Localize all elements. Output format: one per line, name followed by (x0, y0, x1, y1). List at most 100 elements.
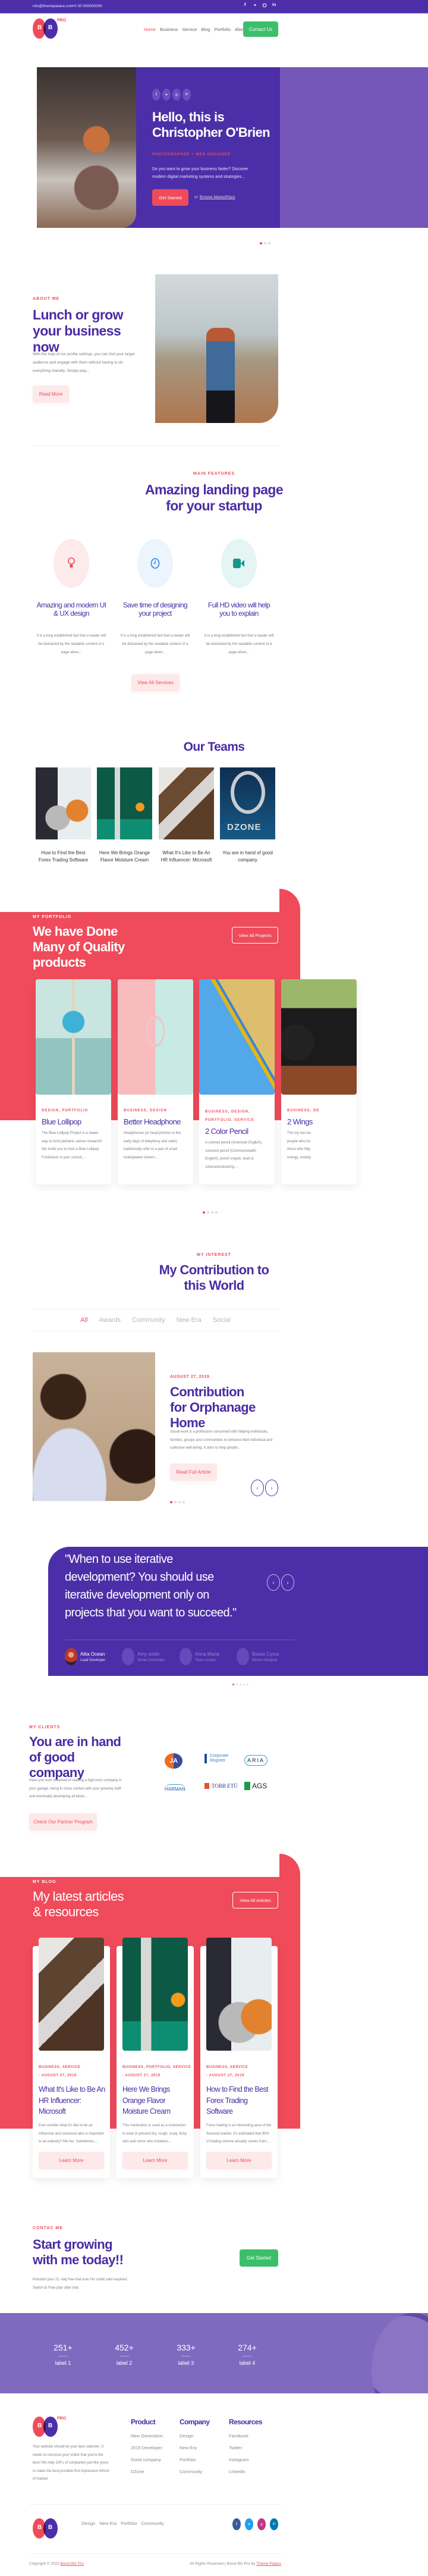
get-started-button[interactable]: Get Started (240, 2249, 278, 2267)
tab-awards[interactable]: Awards (99, 1317, 120, 1324)
portfolio-card[interactable]: BUSINESS, DESIGN Better Headphone Headph… (118, 979, 193, 1184)
portfolio-card[interactable]: BUSINESS, DESIGN, PORTFOLIO, SERVICE 2 C… (199, 979, 275, 1184)
footer-link[interactable]: Instagram (229, 2457, 262, 2462)
read-more-button[interactable]: Read More (33, 386, 69, 403)
nav-blog[interactable]: Blog (201, 27, 210, 32)
slider-dot[interactable] (182, 1501, 185, 1503)
partner-program-button[interactable]: Check Our Partner Program (29, 1813, 97, 1831)
prev-arrow-button[interactable]: ‹ (251, 1480, 264, 1496)
footer-link[interactable]: New Generation (131, 2433, 163, 2439)
view-all-services-button[interactable]: View All Services (131, 674, 180, 691)
view-all-projects-button[interactable]: View All Projects (232, 927, 278, 944)
twitter-icon[interactable]: ✦ (162, 89, 171, 101)
portfolio-title[interactable]: 2 Wings (287, 1117, 351, 1126)
portfolio-card[interactable]: DESIGN, PORTFOLIO Blue Lollipop The Blue… (36, 979, 111, 1184)
instagram-icon[interactable] (263, 4, 266, 7)
blog-post-title[interactable]: How to Find the Best Forex Trading Softw… (206, 2084, 270, 2117)
view-all-articles-button[interactable]: View All Articles (232, 1892, 278, 1909)
footer-bottom-link[interactable]: Community (141, 2521, 164, 2526)
learn-more-button[interactable]: Learn More (122, 2152, 188, 2169)
footer-bottom-link[interactable]: Design (81, 2521, 95, 2526)
facebook-icon[interactable]: f (232, 2518, 241, 2530)
slider-dot[interactable] (232, 1684, 234, 1685)
slider-dot[interactable] (215, 1211, 218, 1214)
linkedin-icon[interactable]: in (272, 3, 276, 7)
instagram-icon[interactable]: ◎ (257, 2518, 266, 2530)
instagram-icon[interactable]: ◎ (172, 89, 181, 101)
slider-dot[interactable] (247, 1684, 248, 1685)
blog-post-title[interactable]: Here We Brings Orange Flavor Moisture Cr… (122, 2084, 176, 2117)
slider-dot[interactable] (174, 1501, 177, 1503)
theme-palace-link[interactable]: Theme Palace (256, 2562, 281, 2566)
footer-link[interactable]: Community (180, 2469, 209, 2474)
next-arrow-button[interactable]: › (265, 1480, 278, 1496)
linkedin-icon[interactable]: in (270, 2518, 278, 2530)
slider-dot[interactable] (178, 1501, 181, 1503)
tab-community[interactable]: Community (132, 1317, 165, 1324)
nav-home[interactable]: Home (144, 27, 156, 32)
testimonial-person[interactable]: Anna Maria Team Leader (180, 1648, 219, 1665)
slider-dot[interactable] (243, 1684, 245, 1685)
footer-link[interactable]: New Era (180, 2445, 209, 2450)
team-image[interactable] (36, 767, 91, 839)
copyright-link[interactable]: Boost Biz Pro (61, 2562, 84, 2566)
slider-dot[interactable] (207, 1211, 209, 1214)
footer-bottom-link[interactable]: Portfolio (121, 2521, 137, 2526)
next-arrow-button[interactable]: › (281, 1574, 294, 1591)
browse-marketplace-link[interactable]: Browse MarketPlace (200, 195, 235, 199)
slider-dot[interactable] (236, 1684, 238, 1685)
portfolio-title[interactable]: Blue Lollipop (42, 1117, 105, 1126)
phone-link[interactable]: +0 00 000000000 (72, 4, 102, 8)
twitter-icon[interactable]: ✦ (253, 3, 257, 8)
footer-link[interactable]: Good company (131, 2457, 163, 2462)
facebook-icon[interactable]: f (152, 89, 160, 101)
slider-dot[interactable] (240, 1684, 241, 1685)
slider-dot[interactable] (211, 1211, 213, 1214)
footer-link[interactable]: Facebook (229, 2433, 262, 2439)
portfolio-title[interactable]: Better Headphone (124, 1117, 187, 1126)
footer-link[interactable]: Twitter (229, 2445, 262, 2450)
slider-dot[interactable] (170, 1501, 172, 1503)
team-image[interactable] (97, 767, 152, 839)
slider-dot[interactable] (264, 242, 266, 245)
email-link[interactable]: info@themepalace.com (33, 4, 73, 8)
contact-us-button[interactable]: Contact Us (243, 21, 278, 37)
team-image[interactable] (159, 767, 214, 839)
feature-text: It is a long established fact that a rea… (36, 634, 106, 654)
tab-social[interactable]: Social (213, 1317, 231, 1324)
slider-dot[interactable] (268, 242, 270, 245)
learn-more-button[interactable]: Learn More (206, 2152, 272, 2169)
prev-arrow-button[interactable]: ‹ (267, 1574, 280, 1591)
footer-link[interactable]: Portfolio (180, 2457, 209, 2462)
footer-logo-small[interactable]: B B (33, 2518, 59, 2539)
portfolio-card[interactable]: BUSINESS, DE 2 Wings The toy has be peop… (281, 979, 357, 1184)
read-full-article-button[interactable]: Read Full Article (170, 1464, 217, 1481)
slider-dot[interactable] (203, 1211, 205, 1214)
facebook-icon[interactable]: f (244, 3, 246, 7)
nav-business[interactable]: Business (160, 27, 178, 32)
portfolio-text: A colored pencil (American English), col… (205, 1141, 263, 1169)
testimonial-person[interactable]: Alita Ocean Lead Developer (65, 1648, 105, 1665)
slider-dot[interactable] (260, 242, 262, 245)
get-started-button[interactable]: Get Started (152, 189, 188, 206)
logo[interactable]: B B PRO (33, 18, 68, 39)
team-image[interactable]: DZONE (220, 767, 275, 839)
footer-link[interactable]: Design (180, 2433, 209, 2439)
footer-logo[interactable]: B B PRO (33, 2417, 68, 2437)
nav-service[interactable]: Service (182, 27, 197, 32)
nav-portfolio[interactable]: Portfolio (214, 27, 231, 32)
learn-more-button[interactable]: Learn More (39, 2152, 104, 2169)
portfolio-tags: BUSINESS, DESIGN (124, 1109, 168, 1112)
portfolio-title[interactable]: 2 Color Pencil (205, 1127, 269, 1136)
footer-link[interactable]: Linkedin (229, 2469, 262, 2474)
footer-bottom-link[interactable]: New Era (99, 2521, 117, 2526)
footer-link[interactable]: DZone (131, 2469, 163, 2474)
linkedin-icon[interactable]: in (182, 89, 191, 101)
tab-all[interactable]: All (80, 1317, 87, 1324)
blog-post-title[interactable]: What It's Like to Be An HR Influencer: M… (39, 2084, 105, 2117)
twitter-icon[interactable]: ✦ (245, 2518, 253, 2530)
testimonial-person[interactable]: Amy smith Senior Developer (122, 1648, 165, 1665)
footer-link[interactable]: 2019 Developer (131, 2445, 163, 2450)
tab-new-era[interactable]: New Era (177, 1317, 202, 1324)
testimonial-person[interactable]: Besse Cyrus Senior Designer (237, 1648, 279, 1665)
